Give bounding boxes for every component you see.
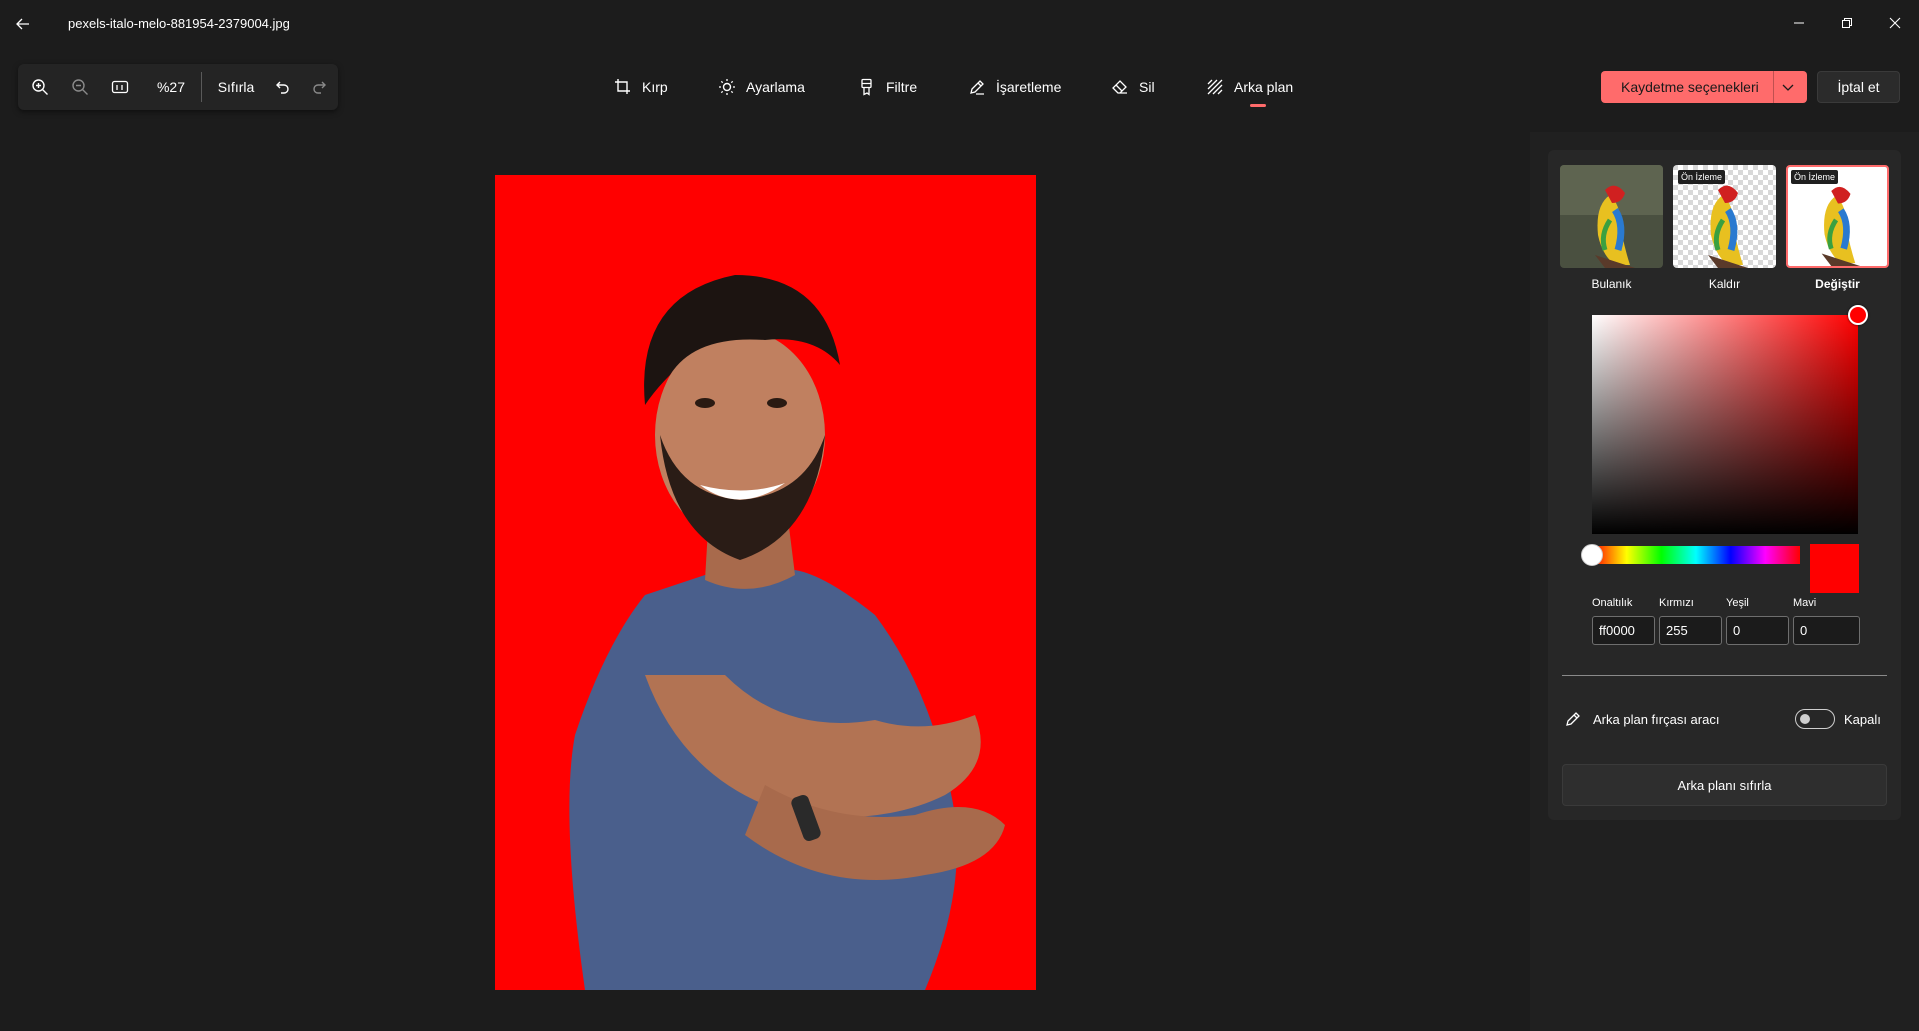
toggle-knob bbox=[1800, 714, 1810, 724]
tool-crop-label: Kırp bbox=[642, 79, 668, 95]
option-replace-thumbnail[interactable]: Ön İzleme bbox=[1786, 165, 1889, 268]
chevron-down-icon[interactable] bbox=[1781, 80, 1795, 94]
color-spectrum-handle[interactable] bbox=[1848, 305, 1868, 325]
zoom-toolbar: %27 Sıfırla bbox=[18, 64, 338, 110]
restore-icon bbox=[1842, 18, 1852, 28]
blue-label: Mavi bbox=[1793, 597, 1817, 609]
tool-markup[interactable]: İşaretleme bbox=[968, 74, 1061, 100]
back-arrow-icon bbox=[16, 18, 29, 30]
eraser-icon bbox=[1112, 80, 1127, 94]
red-label: Kırmızı bbox=[1659, 597, 1694, 609]
tool-filter-label: Filtre bbox=[886, 79, 918, 95]
tool-erase[interactable]: Sil bbox=[1111, 74, 1155, 100]
reset-background-button[interactable]: Arka planı sıfırla bbox=[1562, 764, 1887, 806]
undo-icon bbox=[276, 81, 289, 94]
file-name: pexels-italo-melo-881954-2379004.jpg bbox=[68, 16, 290, 31]
reset-zoom-button[interactable]: Sıfırla bbox=[208, 64, 264, 110]
zoom-in-icon bbox=[32, 79, 48, 95]
save-split-divider bbox=[1773, 71, 1774, 103]
save-options-label: Kaydetme seçenekleri bbox=[1621, 79, 1759, 95]
option-remove-thumbnail[interactable]: Ön İzleme bbox=[1673, 165, 1776, 268]
background-brush-label: Arka plan fırçası aracı bbox=[1593, 711, 1720, 727]
redo-button[interactable] bbox=[304, 64, 334, 110]
parrot-blur-image bbox=[1560, 165, 1663, 268]
restore-button[interactable] bbox=[1824, 8, 1870, 38]
toggle-state-label: Kapalı bbox=[1844, 712, 1881, 727]
zoom-in-button[interactable] bbox=[22, 64, 58, 110]
minimize-button[interactable] bbox=[1776, 8, 1822, 38]
option-blur-label: Bulanık bbox=[1591, 277, 1632, 291]
color-spectrum[interactable] bbox=[1592, 315, 1858, 534]
hue-slider[interactable] bbox=[1592, 546, 1800, 564]
close-icon bbox=[1889, 17, 1901, 29]
crop-icon bbox=[615, 79, 630, 94]
tool-background-label: Arka plan bbox=[1234, 79, 1294, 95]
actual-size-button[interactable] bbox=[102, 64, 138, 110]
option-remove-label: Kaldır bbox=[1708, 277, 1741, 291]
tool-adjust[interactable]: Ayarlama bbox=[718, 74, 805, 100]
green-input[interactable] bbox=[1726, 616, 1789, 645]
zoom-out-icon bbox=[72, 79, 88, 95]
green-label: Yeşil bbox=[1726, 597, 1749, 609]
tool-crop[interactable]: Kırp bbox=[614, 74, 668, 100]
tool-background[interactable]: Arka plan bbox=[1206, 74, 1293, 100]
save-options-button[interactable]: Kaydetme seçenekleri bbox=[1601, 71, 1807, 103]
minimize-icon bbox=[1794, 22, 1804, 24]
zoom-level[interactable]: %27 bbox=[146, 64, 196, 110]
preview-badge: Ön İzleme bbox=[1791, 170, 1839, 184]
tool-markup-label: İşaretleme bbox=[996, 79, 1062, 95]
option-blur-thumbnail[interactable] bbox=[1560, 165, 1663, 268]
title-bar: pexels-italo-melo-881954-2379004.jpg bbox=[0, 0, 1919, 48]
panel-divider bbox=[1562, 675, 1887, 676]
background-brush-row: Arka plan fırçası aracı bbox=[1565, 708, 1719, 730]
person-photo-image bbox=[495, 175, 1036, 990]
background-icon bbox=[1207, 79, 1223, 95]
background-brush-toggle[interactable] bbox=[1795, 709, 1835, 729]
toolbar-divider bbox=[201, 72, 202, 102]
close-button[interactable] bbox=[1872, 8, 1918, 38]
zoom-out-button[interactable] bbox=[62, 64, 98, 110]
tool-erase-label: Sil bbox=[1139, 79, 1155, 95]
tool-adjust-label: Ayarlama bbox=[746, 79, 805, 95]
back-button[interactable] bbox=[8, 10, 38, 38]
brush-icon bbox=[1566, 712, 1580, 726]
redo-icon bbox=[313, 81, 326, 94]
filter-icon bbox=[861, 78, 872, 96]
undo-button[interactable] bbox=[268, 64, 298, 110]
selected-color-swatch bbox=[1810, 544, 1859, 593]
hex-input[interactable] bbox=[1592, 616, 1655, 645]
blue-input[interactable] bbox=[1793, 616, 1860, 645]
preview-badge: Ön İzleme bbox=[1678, 170, 1726, 184]
edited-photo bbox=[495, 175, 1036, 990]
brightness-icon bbox=[719, 79, 735, 95]
hue-slider-handle[interactable] bbox=[1581, 544, 1603, 566]
active-tool-indicator bbox=[1250, 104, 1266, 107]
red-input[interactable] bbox=[1659, 616, 1722, 645]
cancel-button[interactable]: İptal et bbox=[1817, 71, 1900, 103]
hex-label: Onaltılık bbox=[1592, 597, 1633, 609]
tool-filter[interactable]: Filtre bbox=[858, 74, 917, 100]
option-replace-label: Değiştir bbox=[1815, 277, 1860, 291]
pen-icon bbox=[970, 80, 984, 95]
actual-size-icon bbox=[111, 80, 129, 94]
